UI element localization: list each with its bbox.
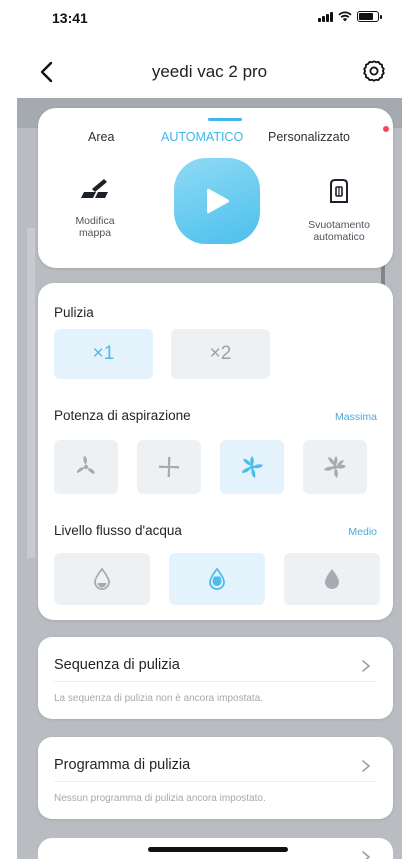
settings-gear-icon[interactable] [359, 56, 389, 86]
wifi-icon [338, 11, 352, 22]
cellular-signal-icon [318, 12, 333, 22]
status-icons [318, 11, 382, 22]
divider [54, 681, 377, 682]
passes-option-1[interactable]: ×1 [54, 329, 153, 379]
cleaning-sequence-subtitle: La sequenza di pulizia non è ancora impo… [54, 693, 264, 704]
divider [54, 781, 377, 782]
status-time: 13:41 [52, 10, 88, 26]
edit-map-icon [81, 179, 108, 198]
suction-level-max-plus[interactable] [303, 440, 367, 494]
water-low-icon [94, 567, 110, 590]
suction-level-max[interactable] [220, 440, 284, 494]
status-bar: 13:41 [0, 0, 419, 40]
passes-option-label: ×2 [209, 343, 232, 364]
nav-bar: yeedi vac 2 pro [0, 48, 419, 96]
tab-automatico[interactable]: AUTOMATICO [161, 130, 243, 144]
fan-standard-icon [159, 457, 179, 477]
fan-quiet-icon [76, 456, 95, 474]
battery-icon [357, 11, 382, 22]
page-title: yeedi vac 2 pro [151, 62, 268, 81]
passes-option-label: ×1 [92, 343, 115, 364]
water-flow-value: Medio [348, 526, 377, 538]
auto-empty-button[interactable]: Svuotamento automatico [294, 178, 384, 243]
suction-power-title: Potenza di aspirazione [54, 408, 191, 423]
cleaning-settings-card: Pulizia ×1 ×2 Potenza di aspirazione Mas… [38, 283, 393, 620]
cleaning-schedule-card[interactable]: Programma di pulizia Nessun programma di… [38, 737, 393, 819]
tab-personalizzato[interactable]: Personalizzato [268, 130, 350, 144]
edit-map-button[interactable]: Modifica mappa [60, 178, 130, 239]
cleaning-sequence-title: Sequenza di pulizia [54, 657, 180, 673]
suction-power-value: Massima [334, 411, 377, 423]
water-level-medium[interactable] [169, 553, 265, 605]
tab-indicator [208, 118, 242, 121]
auto-empty-station-icon [330, 179, 348, 203]
water-high-icon [325, 569, 339, 589]
chevron-right-icon [362, 851, 371, 859]
chevron-right-icon [362, 760, 371, 772]
play-icon [207, 188, 229, 214]
fan-max-plus-icon [324, 456, 346, 478]
suction-level-standard[interactable] [137, 440, 201, 494]
mode-card: Area AUTOMATICO Personalizzato Modifica … [38, 108, 393, 268]
fan-max-icon [242, 456, 263, 478]
auto-empty-label: Svuotamento automatico [308, 219, 370, 243]
cleaning-schedule-title: Programma di pulizia [54, 757, 191, 773]
edit-map-label: Modifica mappa [75, 215, 115, 239]
tab-area[interactable]: Area [88, 130, 114, 144]
suction-level-quiet[interactable] [54, 440, 118, 494]
chevron-right-icon [362, 660, 371, 672]
water-level-low[interactable] [54, 553, 150, 605]
notification-dot [383, 126, 389, 132]
home-indicator [148, 847, 288, 852]
cleaning-sequence-card[interactable]: Sequenza di pulizia La sequenza di puliz… [38, 637, 393, 719]
mode-tabs: Area AUTOMATICO Personalizzato [38, 118, 393, 148]
cleaning-passes-title: Pulizia [54, 305, 94, 320]
water-flow-title: Livello flusso d'acqua [54, 523, 182, 538]
passes-option-2[interactable]: ×2 [171, 329, 270, 379]
cleaning-schedule-subtitle: Nessun programma di pulizia ancora impos… [54, 793, 266, 804]
water-level-high[interactable] [284, 553, 380, 605]
start-cleaning-button[interactable] [174, 158, 260, 244]
water-medium-icon [209, 567, 225, 590]
map-room [27, 228, 35, 558]
